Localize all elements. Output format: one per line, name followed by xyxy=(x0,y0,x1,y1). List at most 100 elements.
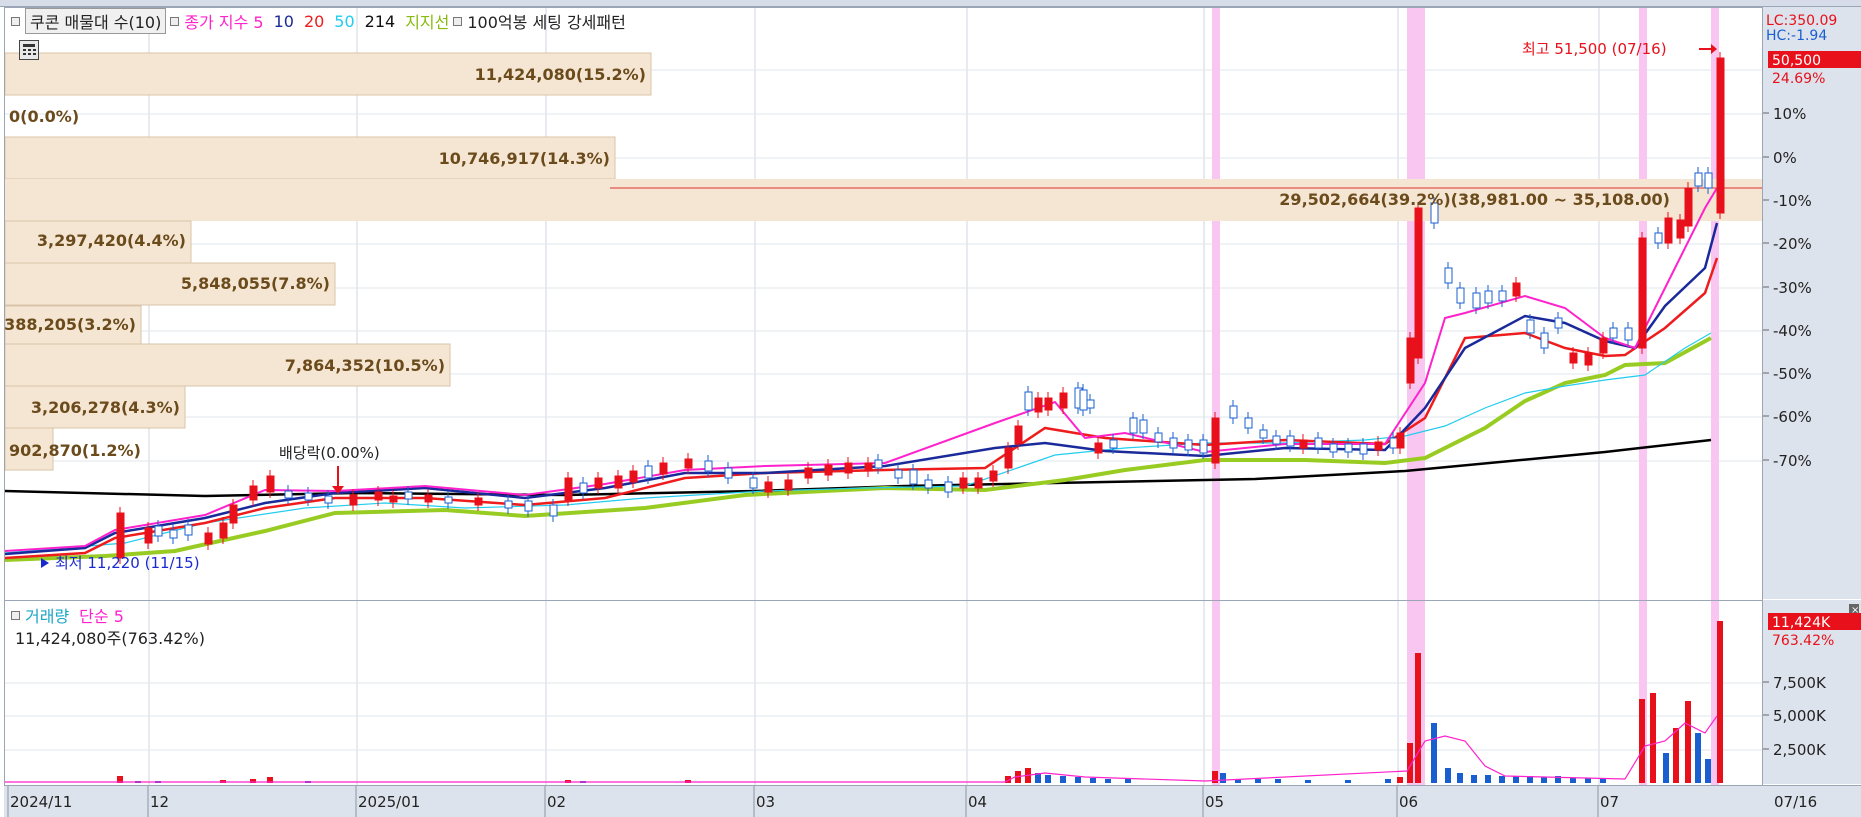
candle-9 xyxy=(249,485,258,501)
price-tick-9: -70% xyxy=(1773,452,1812,470)
time-label-7: 05 xyxy=(1205,793,1224,811)
candle-95 xyxy=(1609,327,1618,339)
candle-17 xyxy=(404,491,413,500)
candle-100 xyxy=(1676,219,1685,239)
candle-5 xyxy=(184,524,193,536)
candle-14 xyxy=(349,494,358,506)
volume-bar-46 xyxy=(1650,693,1656,783)
volume-bar-49 xyxy=(1685,701,1691,783)
legend-ma10: 10 xyxy=(273,11,294,31)
candle-26 xyxy=(594,477,603,489)
price-tick-6: -40% xyxy=(1773,322,1812,340)
candle-45 xyxy=(944,481,953,493)
profile-label-1: 11,424,080(15.2%) xyxy=(475,65,646,84)
volume-bar-32 xyxy=(1431,723,1437,783)
candle-34 xyxy=(749,477,758,489)
candle-33 xyxy=(724,467,733,479)
volume-bar-18 xyxy=(1090,778,1096,783)
legend-title[interactable]: 쿠콘 매물대 수(10) xyxy=(25,8,167,34)
current-price: 50,500 xyxy=(1772,53,1821,69)
ma-toggle[interactable] xyxy=(170,16,180,26)
legend-ma20: 20 xyxy=(303,11,325,31)
candle-69 xyxy=(1259,429,1268,439)
price-legend: 쿠콘 매물대 수(10) 종가 지수 5 10 20 50 214 지지선 10… xyxy=(7,8,626,34)
candle-32 xyxy=(704,460,713,472)
candle-99 xyxy=(1664,217,1673,244)
legend-pattern: 100억봉 세팅 강세패턴 xyxy=(467,13,626,32)
candle-24 xyxy=(564,477,573,501)
volume-bar-44 xyxy=(1600,779,1606,783)
profile-label-3: 10,746,917(14.3%) xyxy=(439,149,610,168)
volume-axis[interactable]: × 11,424K 763.42% 7,500K 5,000K 2,500K xyxy=(1762,600,1861,784)
lc-value: LC:350.09 xyxy=(1766,13,1837,29)
candle-83 xyxy=(1444,267,1453,284)
volume-chart-panel[interactable]: 거래량 단순 5 11,424,080주(763.42%) xyxy=(4,600,1763,786)
time-label-5: 03 xyxy=(756,793,775,811)
candle-102 xyxy=(1694,172,1703,187)
pattern-toggle[interactable] xyxy=(453,16,463,26)
candle-10 xyxy=(266,475,275,493)
candle-90 xyxy=(1540,332,1549,349)
current-volume-pct: 763.42% xyxy=(1772,633,1834,649)
time-label-2: 12 xyxy=(150,793,169,811)
volume-bar-40 xyxy=(1541,777,1547,783)
time-label-3: 2025/01 xyxy=(358,793,420,811)
current-volume: 11,424K xyxy=(1772,615,1831,631)
volume-bar-29 xyxy=(1397,777,1403,783)
price-axis[interactable]: LC:350.09 HC:-1.94 50,500 24.69% 10% 0% -1… xyxy=(1762,7,1861,599)
volume-ma5-line xyxy=(5,715,1718,783)
cursor-date: 07/16 xyxy=(1774,793,1817,811)
candle-92 xyxy=(1569,352,1578,364)
candle-15 xyxy=(374,491,383,501)
candle-4 xyxy=(169,529,178,539)
dividend-label: 배당락(0.00%) xyxy=(279,444,380,462)
price-chart-canvas[interactable]: 11,424,080(15.2%) 0(0.0%) 10,746,917(14.3%… xyxy=(5,8,1762,600)
pattern-band-1 xyxy=(1212,8,1220,600)
toolbar-strip xyxy=(0,0,1861,7)
low-annotation: 최저 11,220 (11/15) xyxy=(41,554,200,572)
candle-96 xyxy=(1624,327,1633,341)
profile-label-7: 2,388,205(3.2%) xyxy=(5,315,136,334)
price-tick-7: -50% xyxy=(1773,365,1812,383)
legend-ma50: 50 xyxy=(334,11,355,31)
volume-bar-50 xyxy=(1695,733,1701,783)
legend-toggle[interactable] xyxy=(11,16,20,26)
high-label: 최고 51,500 (07/16) xyxy=(1522,40,1667,58)
volume-label: 거래량 xyxy=(25,607,70,626)
volume-bar-38 xyxy=(1513,776,1519,783)
price-tick-8: -60% xyxy=(1773,408,1812,426)
candle-41 xyxy=(874,459,883,469)
candle-36 xyxy=(784,479,793,491)
candle-70 xyxy=(1272,435,1281,445)
volume-chart-canvas[interactable] xyxy=(5,601,1762,785)
candle-2 xyxy=(144,527,153,544)
time-label-8: 06 xyxy=(1399,793,1418,811)
candle-88 xyxy=(1512,282,1521,297)
time-axis[interactable]: 2024/11 12 2025/01 02 03 04 05 06 07 07/16 xyxy=(4,785,1861,817)
candle-16 xyxy=(389,495,398,503)
candle-43 xyxy=(909,469,918,485)
candle-64 xyxy=(1184,439,1193,451)
legend-support: 지지선 xyxy=(405,13,450,32)
legend-ma214: 214 xyxy=(364,11,396,31)
candle-67 xyxy=(1229,405,1238,419)
volume-toggle[interactable] xyxy=(11,610,20,620)
candle-20 xyxy=(474,497,483,506)
candle-40 xyxy=(864,462,873,472)
calculator-icon[interactable] xyxy=(19,40,39,60)
volume-tick-1: 7,500K xyxy=(1773,674,1827,692)
candle-89 xyxy=(1526,319,1535,334)
volume-tick-2: 5,000K xyxy=(1773,707,1827,725)
volume-axis-ticks: 7,500K 5,000K 2,500K xyxy=(1763,674,1827,759)
candle-63 xyxy=(1169,437,1178,449)
price-chart-panel[interactable]: 11,424,080(15.2%) 0(0.0%) 10,746,917(14.3%… xyxy=(4,7,1763,601)
profile-label-9: 3,206,278(4.3%) xyxy=(31,398,180,417)
candle-29 xyxy=(644,465,653,479)
candle-22 xyxy=(524,500,533,512)
candle-73 xyxy=(1314,437,1323,449)
candle-28 xyxy=(629,470,638,483)
candle-84 xyxy=(1456,287,1465,304)
volume-bar-16 xyxy=(1060,776,1066,783)
candle-101 xyxy=(1684,187,1693,227)
candle-87 xyxy=(1498,290,1507,302)
